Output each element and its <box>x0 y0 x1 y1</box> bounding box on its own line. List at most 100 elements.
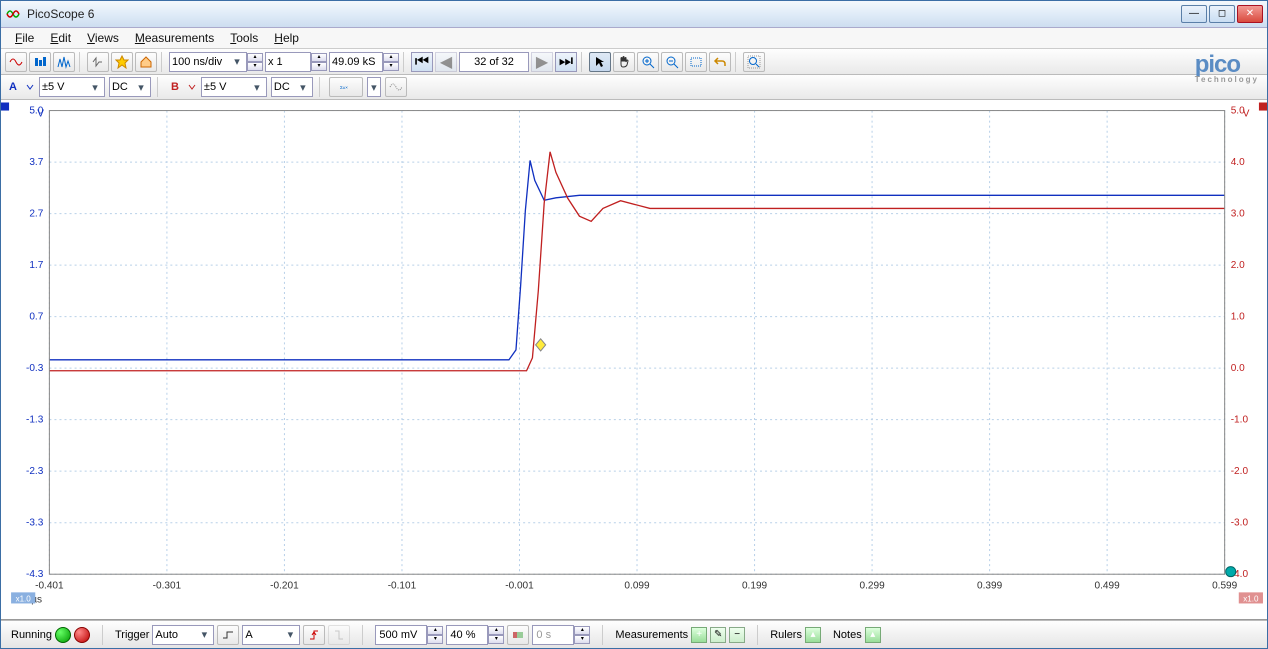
math-channel-dropdown[interactable]: ▾ <box>367 77 381 97</box>
chevron-down-icon[interactable]: ▾ <box>230 55 244 68</box>
channel-b-options-icon[interactable] <box>187 82 197 92</box>
zoom-up[interactable]: ▴ <box>311 53 327 62</box>
timebase-down[interactable]: ▾ <box>247 62 263 71</box>
channel-a-coupling[interactable]: DC▾ <box>109 77 151 97</box>
status-bar: Running Trigger Auto▾ A▾ ▴▾ ▴▾ <box>1 620 1267 648</box>
zoom-in-tool[interactable] <box>637 52 659 72</box>
pretrigger-value[interactable] <box>446 625 488 645</box>
timebase-up[interactable]: ▴ <box>247 53 263 62</box>
svg-text:x1.0: x1.0 <box>16 595 32 604</box>
start-button[interactable] <box>55 627 71 643</box>
zoom-down[interactable]: ▾ <box>311 62 327 71</box>
maximize-button[interactable]: ◻ <box>1209 5 1235 23</box>
pretrigger-control[interactable]: ▴▾ <box>446 625 504 645</box>
svg-text:-0.401: -0.401 <box>35 581 64 592</box>
channel-a-range[interactable]: ±5 V▾ <box>39 77 105 97</box>
svg-text:Σ±×: Σ±× <box>340 85 348 90</box>
trigger-mode-select[interactable]: Auto▾ <box>152 625 214 645</box>
trigger-delay-value[interactable] <box>532 625 574 645</box>
trigger-threshold-control[interactable]: ▴▾ <box>375 625 443 645</box>
buffer-first-button[interactable]: ⏮ <box>411 52 433 72</box>
buffer-prev-button[interactable]: ◀ <box>435 52 457 72</box>
rulers-toggle-button[interactable]: ▴ <box>805 627 821 643</box>
app-icon <box>5 6 21 22</box>
menu-bar: File Edit Views Measurements Tools Help <box>1 28 1267 50</box>
scope-view[interactable]: -0.401-0.301-0.201-0.101-0.0010.0990.199… <box>1 100 1267 620</box>
svg-text:V: V <box>1243 109 1250 120</box>
zoom-window-tool[interactable] <box>685 52 707 72</box>
close-button[interactable]: ✕ <box>1237 5 1263 23</box>
menu-edit[interactable]: Edit <box>44 29 77 47</box>
channel-a-label[interactable]: A <box>5 81 21 93</box>
channel-a-options-icon[interactable] <box>25 82 35 92</box>
channel-b-range[interactable]: ±5 V▾ <box>201 77 267 97</box>
stop-button[interactable] <box>74 627 90 643</box>
zoom-out-tool[interactable] <box>661 52 683 72</box>
undo-zoom-button[interactable] <box>709 52 731 72</box>
timebase-control[interactable]: 100 ns/div▾ ▴▾ <box>169 52 263 72</box>
trigger-delay-control[interactable]: ▴▾ <box>532 625 590 645</box>
notes-toggle-button[interactable]: ▴ <box>865 627 881 643</box>
pointer-tool[interactable] <box>589 52 611 72</box>
svg-text:-3.3: -3.3 <box>26 518 44 529</box>
zoom-value: x 1 <box>268 56 308 68</box>
buffer-last-button[interactable]: ⏭ <box>555 52 577 72</box>
home-button[interactable] <box>135 52 157 72</box>
spectrum-mode-button[interactable] <box>53 52 75 72</box>
svg-text:0.499: 0.499 <box>1095 581 1121 592</box>
trigger-edge-button[interactable] <box>217 625 239 645</box>
trigger-label: Trigger <box>115 629 149 641</box>
notes-label: Notes <box>833 629 862 641</box>
svg-text:-1.0: -1.0 <box>1231 415 1249 426</box>
edit-measurement-button[interactable]: ✎ <box>710 627 726 643</box>
running-status: Running <box>11 629 52 641</box>
samples-value: 49.09 kS <box>332 56 380 68</box>
trigger-falling-button[interactable] <box>328 625 350 645</box>
zoom-control[interactable]: x 1 ▴▾ <box>265 52 327 72</box>
chevron-down-icon[interactable]: ▾ <box>88 81 102 94</box>
channel-b-coupling[interactable]: DC▾ <box>271 77 313 97</box>
svg-text:-3.0: -3.0 <box>1231 518 1249 529</box>
svg-text:-4.3: -4.3 <box>26 570 44 581</box>
menu-measurements[interactable]: Measurements <box>129 29 220 47</box>
chevron-down-icon[interactable]: ▾ <box>250 81 264 94</box>
math-channel-button[interactable]: Σ±× <box>329 77 363 97</box>
trigger-channel-select[interactable]: A▾ <box>242 625 300 645</box>
reference-waveform-button[interactable] <box>385 77 407 97</box>
delete-measurement-button[interactable]: − <box>729 627 745 643</box>
persistence-mode-button[interactable] <box>29 52 51 72</box>
menu-views[interactable]: Views <box>81 29 125 47</box>
add-measurement-button[interactable]: + <box>691 627 707 643</box>
samples-up[interactable]: ▴ <box>383 53 399 62</box>
svg-text:-1.3: -1.3 <box>26 415 44 426</box>
auto-setup-button[interactable] <box>111 52 133 72</box>
menu-tools[interactable]: Tools <box>224 29 264 47</box>
chevron-down-icon[interactable]: ▾ <box>296 81 310 94</box>
svg-text:-2.3: -2.3 <box>26 467 44 478</box>
minimize-button[interactable]: — <box>1181 5 1207 23</box>
svg-text:V: V <box>37 109 44 120</box>
menu-file[interactable]: File <box>9 29 40 47</box>
pretrigger-graphic-button[interactable] <box>507 625 529 645</box>
svg-text:2.7: 2.7 <box>29 209 43 220</box>
svg-text:1.0: 1.0 <box>1231 312 1245 323</box>
measurements-label: Measurements <box>615 629 688 641</box>
menu-help[interactable]: Help <box>268 29 305 47</box>
scope-mode-button[interactable] <box>5 52 27 72</box>
svg-text:-0.3: -0.3 <box>26 364 44 375</box>
samples-down[interactable]: ▾ <box>383 62 399 71</box>
svg-text:2.0: 2.0 <box>1231 261 1245 272</box>
trigger-threshold-value[interactable] <box>375 625 427 645</box>
samples-control[interactable]: 49.09 kS ▴▾ <box>329 52 399 72</box>
signal-gen-button[interactable] <box>87 52 109 72</box>
svg-text:-0.001: -0.001 <box>505 581 534 592</box>
trigger-rising-button[interactable] <box>303 625 325 645</box>
svg-text:1.7: 1.7 <box>29 261 43 272</box>
hand-tool[interactable] <box>613 52 635 72</box>
buffer-next-button[interactable]: ▶ <box>531 52 553 72</box>
marquee-zoom-button[interactable] <box>743 52 765 72</box>
channel-b-label[interactable]: B <box>167 81 183 93</box>
buffer-count[interactable]: 32 of 32 <box>459 52 529 72</box>
chevron-down-icon[interactable]: ▾ <box>134 81 148 94</box>
window-title: PicoScope 6 <box>27 7 1181 21</box>
